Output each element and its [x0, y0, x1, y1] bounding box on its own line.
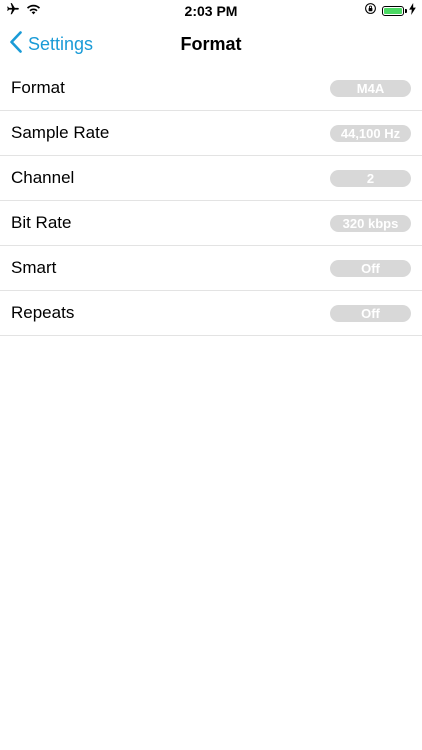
row-repeats[interactable]: Repeats Off	[0, 291, 422, 336]
navigation-bar: Format Settings	[0, 22, 422, 66]
back-button[interactable]: Settings	[10, 22, 93, 66]
row-label: Smart	[11, 258, 57, 277]
row-sample-rate[interactable]: Sample Rate 44,100 Hz	[0, 111, 422, 156]
value-pill[interactable]: 44,100 Hz	[330, 125, 411, 142]
row-label: Repeats	[11, 303, 75, 322]
row-format[interactable]: Format M4A	[0, 66, 422, 111]
value-pill[interactable]: M4A	[330, 80, 411, 97]
battery-level	[384, 8, 402, 14]
value-pill[interactable]: Off	[330, 260, 411, 277]
back-button-label: Settings	[28, 33, 94, 54]
value-pill[interactable]: Off	[330, 305, 411, 322]
status-right	[364, 3, 416, 19]
row-label: Format	[11, 78, 65, 97]
battery-icon	[382, 6, 407, 16]
row-label: Bit Rate	[11, 213, 72, 232]
format-settings-list: Format M4A Sample Rate 44,100 Hz Channel…	[0, 66, 422, 336]
rotation-lock-icon	[364, 2, 377, 20]
value-pill[interactable]: 2	[330, 170, 411, 187]
charging-icon	[409, 2, 416, 20]
value-pill[interactable]: 320 kbps	[330, 215, 411, 232]
status-time: 2:03 PM	[184, 3, 238, 19]
row-smart[interactable]: Smart Off	[0, 246, 422, 291]
battery-tip	[405, 9, 407, 13]
chevron-left-icon	[10, 30, 22, 58]
row-channel[interactable]: Channel 2	[0, 156, 422, 201]
row-label: Sample Rate	[11, 123, 110, 142]
screen: 2:03 PM Format Settings Format M4A Sampl…	[0, 0, 422, 750]
status-bar: 2:03 PM	[0, 0, 422, 22]
row-bit-rate[interactable]: Bit Rate 320 kbps	[0, 201, 422, 246]
row-label: Channel	[11, 168, 75, 187]
